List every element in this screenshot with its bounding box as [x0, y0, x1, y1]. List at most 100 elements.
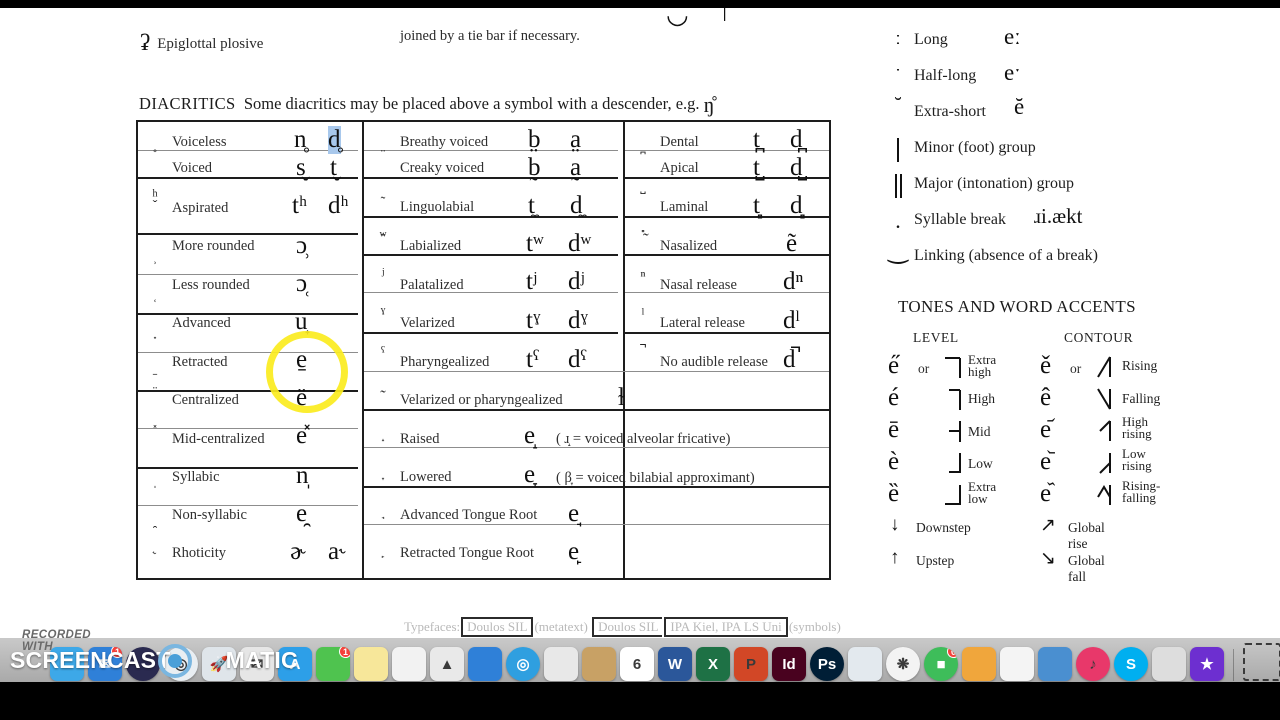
tone-label-line2: low	[968, 491, 988, 506]
word-icon: W	[667, 655, 683, 673]
diacritic-example-2[interactable]: d̥	[328, 126, 341, 154]
dock-item-word[interactable]: W	[658, 647, 692, 681]
dock-item-facetime[interactable]: ■ 0	[924, 647, 958, 681]
global-fall-label: Global fall	[1068, 553, 1105, 584]
diacritic-example-2: a˞	[328, 538, 348, 565]
suprasegmental-symbol: ‿	[888, 238, 908, 264]
diacritic-example-1: t̺	[753, 154, 760, 181]
diacritic-mark: ̝	[370, 427, 396, 443]
dock-item-screenflow[interactable]	[1038, 647, 1072, 681]
tone-symbol: è	[888, 448, 900, 475]
dock-item-notes[interactable]	[354, 647, 388, 681]
diacritic-example-1: ɔ̹	[296, 232, 308, 259]
diacritic-mark: ̈	[142, 385, 168, 401]
diacritic-label: Labialized	[400, 238, 462, 254]
powerpoint-icon: P	[745, 655, 756, 673]
dock-item-drive[interactable]: ▲	[430, 647, 464, 681]
tone-staff-mid-icon	[942, 420, 964, 444]
rule-c1-2	[138, 233, 358, 235]
tone-label-line2: high	[968, 364, 992, 379]
suprasegmental-example: eˑ	[1004, 60, 1021, 85]
table-divider-2	[623, 122, 625, 578]
dock-item-photoshop[interactable]: Ps	[810, 647, 844, 681]
diacritic-label: Retracted	[172, 354, 228, 370]
dock-item-indesign[interactable]: Id	[772, 647, 806, 681]
highlight-circle-annotation	[266, 331, 348, 413]
typeface-box-2: Doulos SIL	[592, 617, 663, 637]
dock-item-powerpoint[interactable]: P	[734, 647, 768, 681]
diacritic-example-1: t̻	[753, 192, 760, 219]
tone-staff-low-rising-icon	[1094, 451, 1116, 475]
screen-capture: ʡ Epiglottal plosive joined by a tie bar …	[0, 0, 1280, 720]
diacritic-label: Linguolabial	[400, 199, 475, 215]
dock-item-imovie[interactable]: ★	[1190, 647, 1224, 681]
dock-item-skype[interactable]: S	[1114, 647, 1148, 681]
diacritics-heading: DIACRITICS Some diacritics may be placed…	[139, 92, 715, 118]
diacritic-label: Apical	[660, 160, 699, 176]
major-group-bar-icon-2	[899, 174, 902, 198]
level-heading: LEVEL	[913, 330, 959, 345]
rule-c2-10	[364, 524, 829, 525]
suprasegmental-symbol: .	[895, 208, 901, 233]
suprasegmental-row: ̆ Extra-short ĕ	[884, 94, 1274, 134]
diacritic-mark: ̯	[142, 514, 168, 530]
diacritic-label: Laminal	[660, 199, 709, 215]
dock-item-numbers[interactable]	[1000, 647, 1034, 681]
epiglottal-plosive-label: Epiglottal plosive	[157, 36, 264, 52]
dock-item-messages[interactable]: 1	[316, 647, 350, 681]
suprasegmental-symbol: ˑ	[895, 62, 901, 83]
dock-item-folder[interactable]	[582, 647, 616, 681]
suprasegmental-label: Major (intonation) group	[914, 175, 1074, 192]
dock-item-downloads-stack[interactable]	[1243, 643, 1280, 681]
dock-item-screencast[interactable]	[1152, 647, 1186, 681]
typefaces-prefix: Typefaces:	[404, 619, 461, 634]
excel-icon: X	[707, 655, 718, 673]
suprasegmental-row: ː Long eː	[884, 24, 1274, 62]
dock-item-contacts[interactable]	[392, 647, 426, 681]
diacritic-example-1: n̩	[296, 462, 309, 489]
indesign-icon: Id	[782, 655, 796, 673]
suprasegmental-label: Long	[914, 31, 948, 48]
diacritic-label: Retracted Tongue Root	[400, 545, 535, 561]
dock-item-excel[interactable]: X	[696, 647, 730, 681]
tone-label-line1: High	[968, 391, 995, 406]
diacritics-table: ̥ Voiceless n̥ d̥ ̬ Voiced s̬ t̬ ʰ Aspir…	[136, 120, 831, 580]
tone-symbol: ē	[888, 416, 900, 443]
diacritics-heading-keyword: DIACRITICS	[139, 94, 236, 113]
dock-item-keynote[interactable]	[962, 647, 996, 681]
rule-c2-6	[364, 371, 829, 372]
diacritic-label: Aspirated	[172, 200, 229, 216]
tone-symbol: ȅ	[888, 480, 900, 507]
diacritic-example-1: b̰	[528, 154, 541, 181]
dock-item-calendar[interactable]: 6	[620, 647, 654, 681]
suprasegmental-label: Half-long	[914, 67, 977, 84]
diacritic-example-1: e̞	[524, 461, 536, 488]
diacritic-example-1: tʰ	[292, 192, 307, 219]
diacritic-example-1: ɔ̜	[296, 270, 308, 297]
dock-item-chrome[interactable]	[544, 647, 578, 681]
itunes-icon: ♪	[1089, 655, 1097, 673]
diacritic-mark: ̹	[142, 250, 168, 266]
dock-item-itunes[interactable]: ♪	[1076, 647, 1110, 681]
dock-badge: 1	[339, 647, 350, 658]
diacritic-label: Nasal release	[660, 277, 737, 293]
suprasegmental-example: eː	[1004, 24, 1021, 49]
diacritic-label: Voiced	[172, 160, 213, 176]
typefaces-mid-1: (metatext)	[534, 619, 588, 634]
diacritic-label: More rounded	[172, 238, 255, 254]
dock-item-preview[interactable]	[848, 647, 882, 681]
dock-item-photos[interactable]: ❋	[886, 647, 920, 681]
diacritic-example-1: e̯	[296, 500, 308, 527]
rule-c1-4	[138, 313, 358, 315]
downstep-arrow-icon: ↓	[890, 514, 900, 535]
dock-item-chrome-alt[interactable]	[468, 647, 502, 681]
dock-item-safari-2[interactable]: ◎	[506, 647, 540, 681]
diacritic-mark: ̤	[370, 138, 396, 154]
diacritic-example-1: d̚	[783, 346, 796, 373]
diacritics-heading-example: ŋ̊	[703, 92, 715, 117]
letterbox-bottom	[0, 682, 1280, 720]
rule-c2-7	[364, 409, 829, 411]
diacritic-label: Dental	[660, 134, 699, 150]
minor-group-bar-icon	[897, 138, 899, 162]
tone-label-line2: rising	[1122, 458, 1152, 473]
